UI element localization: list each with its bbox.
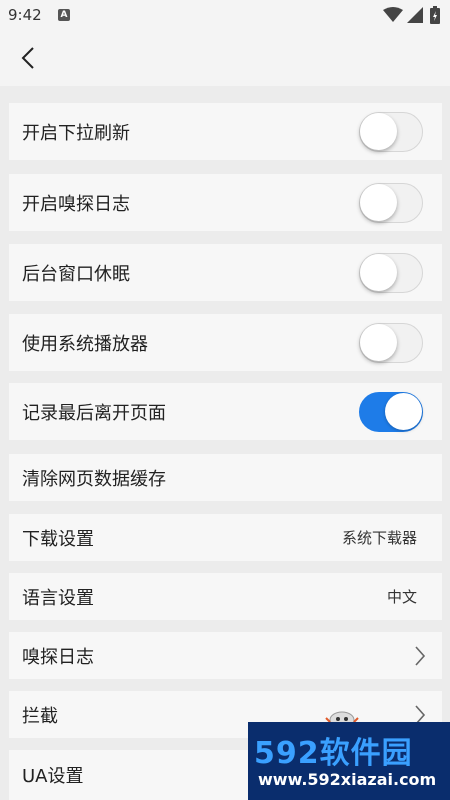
setting-label: 后台窗口休眠 bbox=[22, 263, 130, 285]
toggle-knob bbox=[360, 253, 397, 291]
chevron-right-icon bbox=[415, 645, 426, 666]
watermark-logo: 592软件园 www.592xiazai.com bbox=[248, 722, 450, 800]
toggle-knob bbox=[385, 392, 422, 430]
signal-icon bbox=[407, 7, 423, 23]
setting-sniff-log-page[interactable]: 嗅探日志 bbox=[9, 632, 442, 679]
background-sleep-toggle[interactable] bbox=[359, 252, 423, 293]
setting-system-player[interactable]: 使用系统播放器 bbox=[9, 314, 442, 371]
system-player-toggle[interactable] bbox=[359, 322, 423, 363]
setting-label: 下载设置 bbox=[22, 528, 94, 550]
back-arrow-icon bbox=[21, 47, 34, 69]
battery-icon bbox=[430, 6, 440, 24]
download-value: 系统下载器 bbox=[341, 529, 417, 547]
setting-label: 清除网页数据缓存 bbox=[22, 468, 166, 490]
setting-label: 开启下拉刷新 bbox=[22, 122, 130, 144]
setting-remember-last-page[interactable]: 记录最后离开页面 bbox=[9, 383, 442, 440]
back-button[interactable] bbox=[12, 42, 44, 74]
toggle-knob bbox=[360, 323, 397, 361]
toggle-knob bbox=[360, 112, 397, 150]
setting-label: UA设置 bbox=[22, 766, 84, 787]
setting-clear-cache[interactable]: 清除网页数据缓存 bbox=[9, 454, 442, 501]
setting-download[interactable]: 下载设置 系统下载器 bbox=[9, 514, 442, 561]
setting-language[interactable]: 语言设置 中文 bbox=[9, 573, 442, 620]
setting-label: 拦截 bbox=[22, 705, 58, 727]
watermark-title: 592软件园 bbox=[254, 736, 413, 771]
a-badge-icon: A bbox=[58, 9, 70, 21]
status-time: 9:42 bbox=[8, 6, 42, 24]
toggle-knob bbox=[360, 183, 397, 221]
setting-label: 开启嗅探日志 bbox=[22, 193, 130, 215]
setting-label: 语言设置 bbox=[22, 587, 94, 609]
sniff-log-toggle[interactable] bbox=[359, 182, 423, 223]
status-bar: 9:42 A bbox=[0, 0, 450, 32]
setting-background-sleep[interactable]: 后台窗口休眠 bbox=[9, 244, 442, 301]
setting-pull-refresh[interactable]: 开启下拉刷新 bbox=[9, 103, 442, 160]
remember-last-page-toggle[interactable] bbox=[359, 391, 423, 432]
watermark-url: www.592xiazai.com bbox=[258, 770, 437, 789]
pull-refresh-toggle[interactable] bbox=[359, 111, 423, 152]
setting-label: 记录最后离开页面 bbox=[22, 402, 166, 424]
wifi-icon bbox=[383, 7, 403, 22]
setting-label: 嗅探日志 bbox=[22, 646, 94, 668]
setting-label: 使用系统播放器 bbox=[22, 333, 148, 355]
setting-sniff-log[interactable]: 开启嗅探日志 bbox=[9, 174, 442, 231]
app-bar bbox=[0, 32, 450, 86]
language-value: 中文 bbox=[386, 588, 417, 606]
